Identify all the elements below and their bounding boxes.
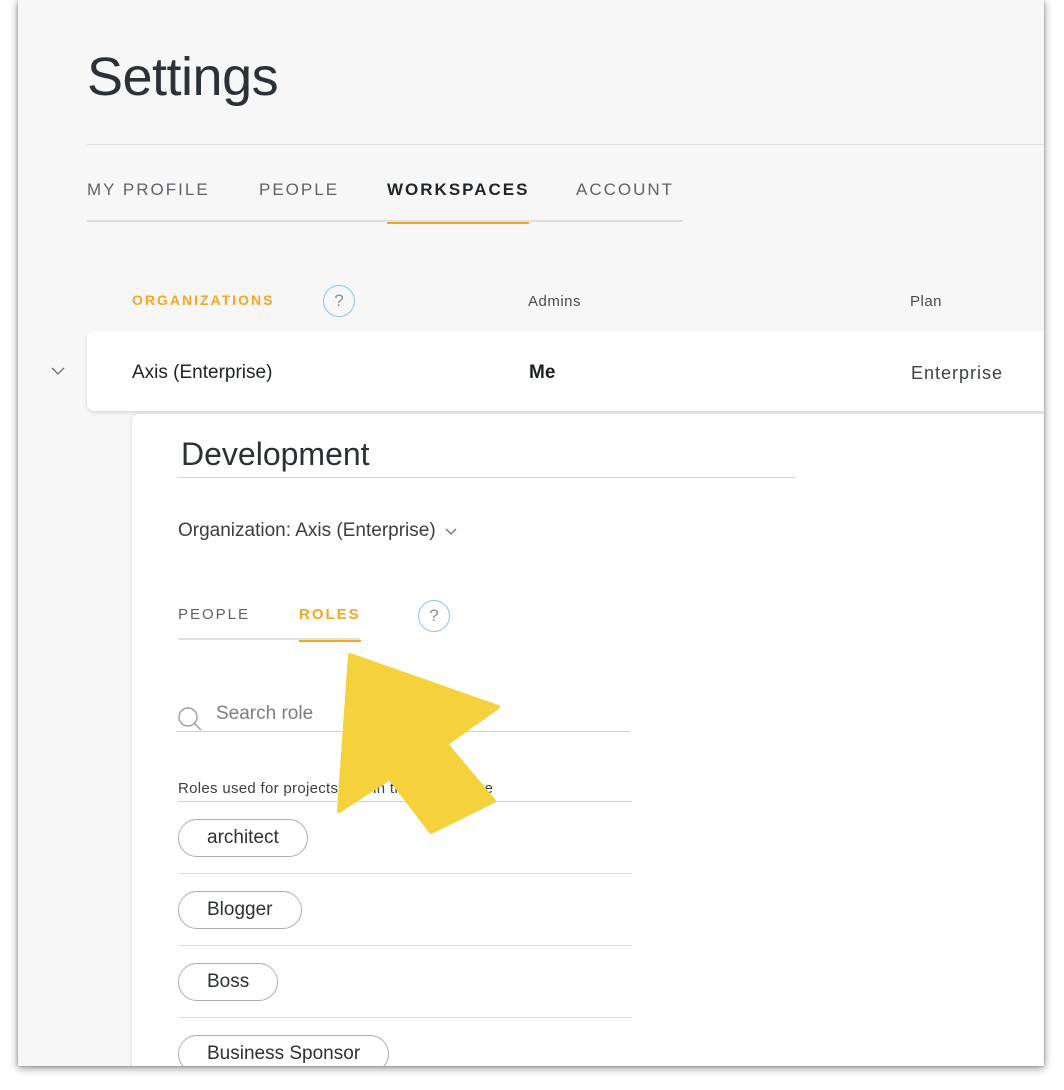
settings-window: Settings MY PROFILE PEOPLE WORKSPACES AC… <box>18 0 1044 1066</box>
search-icon <box>178 707 202 731</box>
role-chip[interactable]: architect <box>178 819 308 857</box>
list-item: architect <box>178 802 632 874</box>
chevron-down-icon <box>445 528 457 535</box>
list-item: Boss <box>178 946 632 1018</box>
role-chip[interactable]: Blogger <box>178 891 302 929</box>
tab-people[interactable]: PEOPLE <box>259 180 339 222</box>
organization-name: Axis (Enterprise) <box>132 362 273 383</box>
roles-caption: Roles used for projects and in this work… <box>178 780 632 802</box>
organization-select[interactable]: Organization: Axis (Enterprise) <box>178 520 458 542</box>
expand-chevron-icon[interactable] <box>49 362 67 380</box>
organizations-help-icon[interactable]: ? <box>323 285 355 317</box>
role-chip[interactable]: Business Sponsor <box>178 1035 390 1066</box>
tab-account[interactable]: ACCOUNT <box>576 180 674 222</box>
workspace-name[interactable]: Development <box>178 436 796 478</box>
workspace-detail-panel: Development Organization: Axis (Enterpri… <box>132 414 1044 1066</box>
role-list: architect Blogger Boss Business Sponsor <box>178 802 632 1066</box>
page-title: Settings <box>87 47 279 107</box>
tab-workspaces[interactable]: WORKSPACES <box>387 180 530 224</box>
organization-row[interactable]: Axis (Enterprise) Me Enterprise <box>87 331 1044 411</box>
search-role-input[interactable] <box>216 698 616 730</box>
list-item: Blogger <box>178 874 632 946</box>
main-tabs: MY PROFILE PEOPLE WORKSPACES ACCOUNT <box>87 172 683 224</box>
subtab-people[interactable]: PEOPLE <box>178 606 250 640</box>
roles-help-icon[interactable]: ? <box>418 600 450 632</box>
list-item: Business Sponsor <box>178 1018 632 1066</box>
plan-column-header: Plan <box>910 293 943 310</box>
workspace-sub-tabs: PEOPLE ROLES <box>178 602 361 642</box>
tab-my-profile[interactable]: MY PROFILE <box>87 180 210 222</box>
subtab-roles[interactable]: ROLES <box>299 606 361 642</box>
organization-select-label: Organization: Axis (Enterprise) <box>178 520 436 541</box>
organizations-column-header[interactable]: ORGANIZATIONS <box>132 292 274 308</box>
role-search <box>176 698 630 732</box>
admins-column-header: Admins <box>528 293 582 310</box>
title-divider <box>87 144 1044 145</box>
organization-plan: Enterprise <box>911 363 1004 383</box>
role-chip[interactable]: Boss <box>178 963 279 1001</box>
organization-admins: Me <box>529 362 556 383</box>
